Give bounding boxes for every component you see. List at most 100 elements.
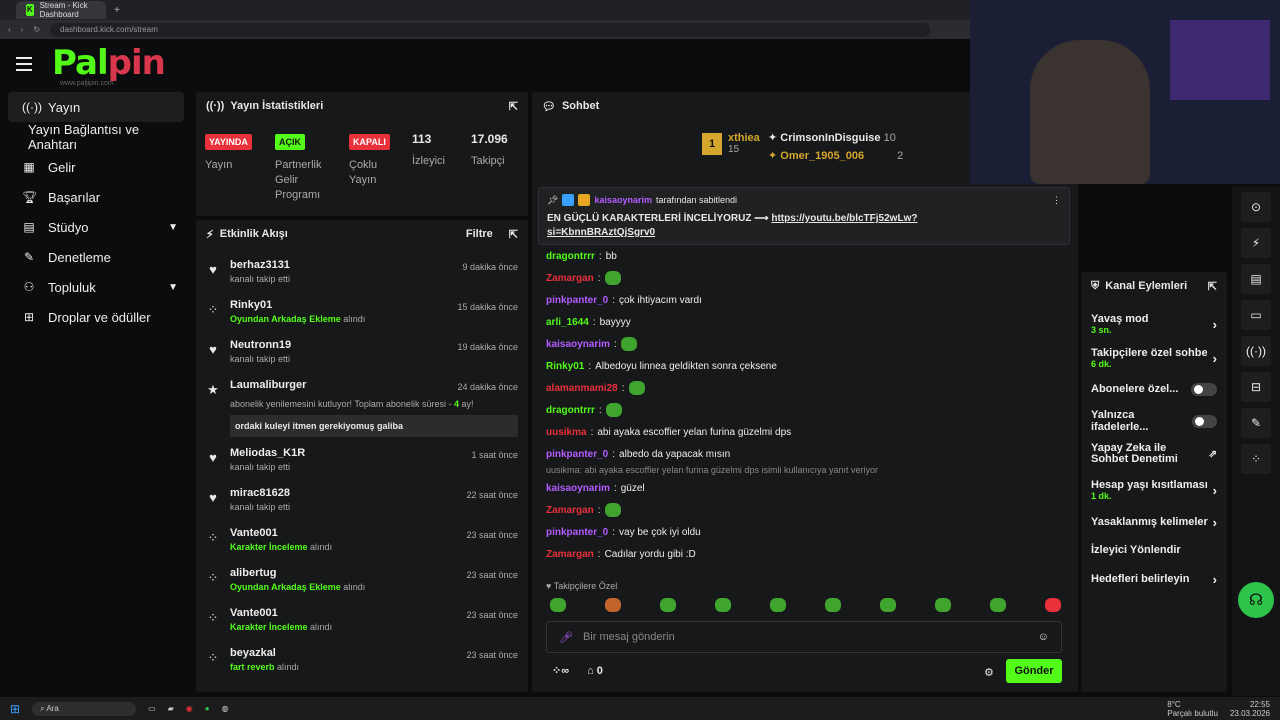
list-item: ♥ Neutronn19 kanalı takip etti 19 dakika ön… xyxy=(196,338,528,378)
subs-only-toggle[interactable] xyxy=(1191,382,1217,396)
activity-user[interactable]: beyazkal xyxy=(230,646,456,661)
reload-icon[interactable]: ↻ xyxy=(33,25,40,34)
reply-hint: uusikma: abi ayaka escoffier yelan furin… xyxy=(546,465,878,475)
chat-input[interactable]: 🎤︎ Bir mesaj gönderin ☺ xyxy=(546,621,1062,653)
activity-user[interactable]: Vante001 xyxy=(230,526,456,541)
sidebar-item-basarilar[interactable]: 🏆︎ Başarılar xyxy=(8,182,184,212)
sidebar-item-gelir[interactable]: ▦ Gelir xyxy=(8,152,184,182)
url-field[interactable]: dashboard.kick.com/stream xyxy=(50,22,931,37)
chat-user[interactable]: arli_1644 xyxy=(546,317,589,328)
sidebar-item-studyo[interactable]: ▤ Stüdyo ▼ xyxy=(8,212,184,242)
chat-user[interactable]: dragontrrr xyxy=(546,405,595,416)
emote-icon[interactable] xyxy=(550,598,566,612)
emoji-icon[interactable]: ☺ xyxy=(1038,631,1049,643)
emote-icon[interactable] xyxy=(660,598,676,612)
sidebar-item-denetleme[interactable]: ✎ Denetleme xyxy=(8,242,184,272)
clock[interactable]: 22:55 23.03.2026 xyxy=(1230,700,1270,718)
document-icon[interactable]: ▤ xyxy=(1241,264,1271,294)
emotes-only-toggle[interactable] xyxy=(1191,414,1217,428)
emote-icon[interactable] xyxy=(1045,598,1061,612)
chat-user[interactable]: dragontrrr xyxy=(546,251,595,262)
badge-icon xyxy=(562,194,575,206)
clock-date: 23.03.2026 xyxy=(1229,708,1270,718)
action-goals[interactable]: Hedefleri belirleyin › xyxy=(1081,564,1227,594)
action-account-age[interactable]: Hesap yaşı kısıtlaması 1 dk. › xyxy=(1081,472,1227,508)
menu-icon[interactable] xyxy=(16,57,32,71)
chat-user[interactable]: kaisaoynarim xyxy=(546,483,610,494)
new-tab-icon[interactable]: + xyxy=(114,5,120,16)
activity-user[interactable]: Vante001 xyxy=(230,606,456,621)
forward-icon[interactable]: › xyxy=(21,25,24,34)
emote-icon[interactable] xyxy=(605,598,621,612)
explorer-icon[interactable]: ▭ xyxy=(148,704,156,713)
activity-user[interactable]: mirac81628 xyxy=(230,486,456,501)
spotify-icon[interactable]: ● xyxy=(205,704,210,713)
action-raid[interactable]: İzleyici Yönlendir xyxy=(1081,536,1227,564)
dots-icon[interactable]: ⁘ xyxy=(1241,444,1271,474)
wrench-icon: ✎ xyxy=(23,250,35,264)
pinned-by[interactable]: kaisaoynarim xyxy=(594,195,652,205)
store-icon[interactable]: ⌂ 0 xyxy=(587,665,603,677)
action-ai-moderation[interactable]: Yapay Zeka ile Sohbet Denetimi ⇗ xyxy=(1081,436,1227,472)
action-followers-only[interactable]: Takipçilere özel sohbet 6 dk. › xyxy=(1081,344,1227,372)
activity-user[interactable]: Meliodas_K1R xyxy=(230,446,461,461)
back-icon[interactable]: ‹ xyxy=(8,25,11,34)
chat-user[interactable]: Zamargan xyxy=(546,273,594,284)
support-icon[interactable]: ☊ xyxy=(1238,582,1274,618)
chat-user[interactable]: pinkpanter_0 xyxy=(546,527,608,538)
broadcast-icon[interactable]: ((·)) xyxy=(1241,336,1271,366)
emote-icon[interactable] xyxy=(715,598,731,612)
action-banned-words[interactable]: Yasaklanmış kelimeler › xyxy=(1081,508,1227,536)
dots-icon: ⁘ xyxy=(207,650,219,665)
layout-icon[interactable]: ⊟ xyxy=(1241,372,1271,402)
popout-icon[interactable]: ⇱ xyxy=(509,100,518,113)
opera-icon[interactable]: ◉ xyxy=(186,704,193,713)
emote-icon[interactable] xyxy=(770,598,786,612)
leader-name[interactable]: Omer_1905_006 xyxy=(780,150,864,162)
browser-tab[interactable]: K Stream - Kick Dashboard xyxy=(16,1,106,19)
chat-bubble-icon[interactable]: ▭ xyxy=(1241,300,1271,330)
emote-icon[interactable] xyxy=(825,598,841,612)
action-slow-mode[interactable]: Yavaş mod 3 sn. › xyxy=(1081,304,1227,344)
more-icon[interactable]: ⋮ xyxy=(1052,195,1061,206)
microphone-icon[interactable]: 🎤︎ xyxy=(559,631,573,644)
chat-user[interactable]: Zamargan xyxy=(546,549,594,560)
filter-button[interactable]: Filtre xyxy=(466,228,493,240)
popout-icon[interactable]: ⇱ xyxy=(1208,280,1217,293)
chat-user[interactable]: uusikma xyxy=(546,427,587,438)
address-bar: ‹ › ↻ dashboard.kick.com/stream xyxy=(0,20,970,39)
sidebar-item-droplar[interactable]: ⊞ Droplar ve ödüller xyxy=(8,302,184,332)
steam-icon[interactable]: ◍ xyxy=(222,704,229,713)
chat-user[interactable]: Rinky01 xyxy=(546,361,584,372)
chat-user[interactable]: alamanmami28 xyxy=(546,383,618,394)
folder-icon[interactable]: ▰ xyxy=(168,704,174,713)
emote-icon[interactable] xyxy=(880,598,896,612)
emote-icon[interactable] xyxy=(935,598,951,612)
leader-name[interactable]: CrimsonInDisguise xyxy=(780,132,880,144)
chat-user[interactable]: pinkpanter_0 xyxy=(546,295,608,306)
leader-name[interactable]: xthiea xyxy=(728,132,760,144)
points-icon[interactable]: ⁘∞ xyxy=(552,664,569,677)
activity-user[interactable]: alibertug xyxy=(230,566,456,581)
popout-icon[interactable]: ⇱ xyxy=(509,228,518,241)
camera-icon[interactable]: ⊙ xyxy=(1241,192,1271,222)
send-button[interactable]: Gönder xyxy=(1006,659,1062,683)
sidebar-item-topluluk[interactable]: ⚇ Topluluk ▼ xyxy=(8,272,184,302)
activity-user[interactable]: Rinky01 xyxy=(230,298,447,313)
activity-user[interactable]: Laumaliburger xyxy=(230,378,447,398)
chat-user[interactable]: Zamargan xyxy=(546,505,594,516)
sidebar-item-stream-key[interactable]: Yayın Bağlantısı ve Anahtarı xyxy=(8,122,184,152)
settings-icon[interactable]: ⚙ xyxy=(984,666,994,679)
chat-user[interactable]: kaisaoynarim xyxy=(546,339,610,350)
wrench-icon[interactable]: ✎ xyxy=(1241,408,1271,438)
sidebar-item-yayin[interactable]: ((·)) Yayın xyxy=(8,92,184,122)
weather[interactable]: 8°C Parçalı bulutlu xyxy=(1167,700,1218,718)
taskbar-search[interactable]: ⌕ Ara xyxy=(32,701,137,716)
activity-user[interactable]: berhaz3131 xyxy=(230,258,452,273)
chat-user[interactable]: pinkpanter_0 xyxy=(546,449,608,460)
activity-user[interactable]: Neutronn19 xyxy=(230,338,447,353)
emote-icon[interactable] xyxy=(990,598,1006,612)
status-badge: KAPALI xyxy=(349,134,390,150)
lightning-icon[interactable]: ⚡︎ xyxy=(1241,228,1271,258)
windows-icon[interactable]: ⊞ xyxy=(10,702,20,716)
